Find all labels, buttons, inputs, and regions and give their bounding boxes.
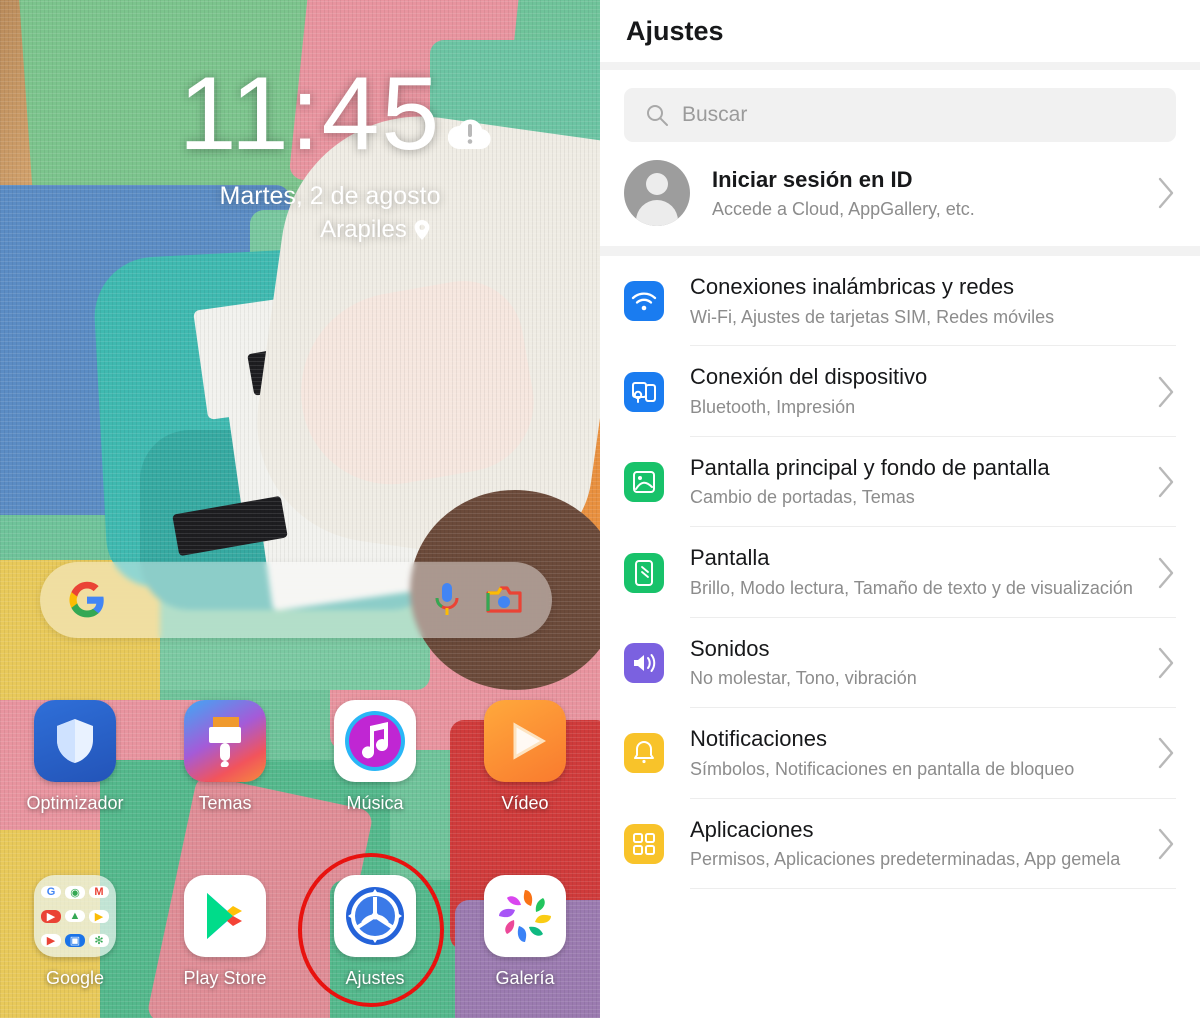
phone-screen-icon (624, 552, 664, 593)
settings-row-conexiones-inalambricas[interactable]: Conexiones inalámbricas y redes Wi-Fi, A… (600, 256, 1200, 347)
row-subtitle: Wi-Fi, Ajustes de tarjetas SIM, Redes mó… (690, 306, 1055, 327)
app-label: Google (45, 968, 105, 988)
settings-row-conexion-dispositivo[interactable]: Conexión del dispositivo Bluetooth, Impr… (600, 346, 1200, 437)
settings-row-notificaciones[interactable]: Notificaciones Símbolos, Notificaciones … (600, 708, 1200, 799)
play-triangle-icon (484, 700, 566, 782)
shield-icon (34, 700, 116, 782)
row-title: Conexión del dispositivo (690, 364, 928, 390)
search-icon (647, 105, 668, 126)
app-galeria[interactable]: Galería (450, 875, 600, 989)
chevron-right-icon (1158, 376, 1174, 407)
phone-home-screen: 11:45 Martes, 2 de agosto Arapiles Optim… (0, 0, 600, 1018)
row-subtitle: Cambio de portadas, Temas (690, 487, 915, 508)
page-title: Ajustes (626, 15, 724, 46)
app-label: Play Store (183, 968, 267, 988)
search-section: Buscar (600, 70, 1200, 142)
settings-panel: Ajustes Buscar Iniciar sesión en ID Acce… (600, 0, 1200, 1018)
app-temas[interactable]: Temas (150, 700, 300, 814)
app-label: Galería (495, 968, 555, 988)
gallery-pinwheel-icon (484, 875, 566, 957)
chevron-right-icon (1158, 647, 1174, 679)
wifi-icon (624, 281, 664, 322)
location-pin-icon (414, 220, 430, 240)
chevron-right-icon (1158, 557, 1174, 588)
clock-date: Martes, 2 de agosto (219, 182, 441, 210)
section-divider (600, 246, 1200, 256)
google-search-widget[interactable] (40, 562, 552, 638)
row-title: Notificaciones (690, 726, 827, 752)
settings-row-pantalla-principal[interactable]: Pantalla principal y fondo de pantalla C… (600, 436, 1200, 528)
app-play-store[interactable]: Play Store (150, 875, 300, 989)
row-title: Pantalla principal y fondo de pantalla (690, 454, 1050, 480)
clock-time: 11:45 (178, 56, 442, 172)
row-subtitle: Símbolos, Notificaciones en pantalla de … (690, 758, 1075, 779)
header-divider (600, 62, 1200, 70)
app-folder-google[interactable]: G ◉ M ▶ ▲ ▶ ▶ ▣ ✻ Google (0, 875, 150, 989)
row-subtitle: Brillo, Modo lectura, Tamaño de texto y … (690, 577, 1133, 598)
google-g-icon (69, 581, 104, 618)
location-label: Arapiles (320, 216, 407, 243)
cloud-alert-icon (448, 119, 491, 149)
app-label: Ajustes (345, 968, 405, 988)
paintbrush-icon (184, 700, 266, 782)
app-ajustes[interactable]: Ajustes (300, 875, 450, 989)
row-subtitle: No molestar, Tono, vibración (690, 668, 917, 689)
chevron-right-icon (1158, 738, 1174, 769)
lockscreen-clock-block: 11:45 Martes, 2 de agosto Arapiles (0, 62, 600, 244)
app-optimizador[interactable]: Optimizador (0, 700, 150, 814)
app-musica[interactable]: Música (300, 700, 450, 814)
row-title: Conexiones inalámbricas y redes (690, 274, 1015, 299)
app-label: Temas (198, 793, 252, 813)
bell-icon (624, 733, 664, 774)
app-label: Música (346, 793, 404, 813)
account-row[interactable]: Iniciar sesión en ID Accede a Cloud, App… (600, 142, 1200, 246)
clock-location: Arapiles (0, 216, 600, 244)
wallpaper-image-icon (624, 462, 664, 503)
settings-gear-icon (334, 875, 416, 957)
row-title: Aplicaciones (690, 816, 814, 842)
device-connection-icon (624, 371, 664, 412)
search-input[interactable]: Buscar (624, 88, 1176, 142)
app-row-2: G ◉ M ▶ ▲ ▶ ▶ ▣ ✻ Google Play Store Ajus… (0, 875, 600, 989)
play-store-icon (184, 875, 266, 957)
app-row-1: Optimizador Temas Música Vídeo (0, 700, 600, 814)
music-note-icon (334, 700, 416, 782)
row-title: Pantalla (690, 545, 770, 571)
app-label: Vídeo (501, 793, 549, 813)
row-title: Sonidos (690, 635, 770, 661)
settings-row-aplicaciones[interactable]: Aplicaciones Permisos, Aplicaciones pred… (600, 798, 1200, 890)
person-avatar-icon (624, 160, 690, 226)
row-subtitle: Permisos, Aplicaciones predeterminadas, … (690, 849, 1121, 870)
microphone-icon[interactable] (434, 582, 460, 618)
google-folder-icon: G ◉ M ▶ ▲ ▶ ▶ ▣ ✻ (34, 875, 116, 957)
app-grid-icon (624, 823, 664, 864)
chevron-right-icon (1158, 466, 1174, 498)
app-label: Optimizador (26, 793, 124, 813)
account-subtitle: Accede a Cloud, AppGallery, etc. (712, 198, 975, 219)
google-lens-camera-icon[interactable] (486, 584, 522, 616)
speaker-volume-icon (624, 642, 664, 683)
account-title: Iniciar sesión en ID (712, 166, 913, 192)
row-subtitle: Bluetooth, Impresión (690, 396, 856, 417)
chevron-right-icon (1158, 177, 1174, 209)
search-placeholder: Buscar (682, 103, 748, 126)
settings-header: Ajustes (600, 0, 1200, 62)
settings-row-sonidos[interactable]: Sonidos No molestar, Tono, vibración (600, 617, 1200, 709)
app-video[interactable]: Vídeo (450, 700, 600, 814)
chevron-right-icon (1158, 828, 1174, 860)
settings-row-pantalla[interactable]: Pantalla Brillo, Modo lectura, Tamaño de… (600, 527, 1200, 618)
screenshot-root: 11:45 Martes, 2 de agosto Arapiles Optim… (0, 0, 1200, 1018)
